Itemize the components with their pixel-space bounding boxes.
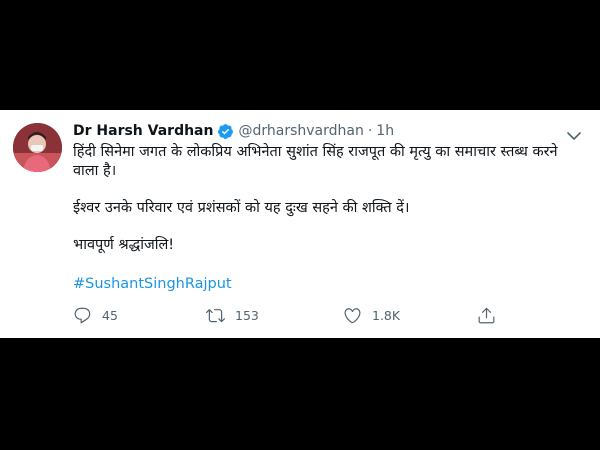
verified-badge-icon (217, 123, 234, 140)
display-name[interactable]: Dr Harsh Vardhan (73, 122, 213, 140)
retweet-button[interactable]: 153 (206, 306, 259, 325)
like-button[interactable]: 1.8K (343, 306, 400, 325)
reply-count: 45 (102, 308, 118, 323)
share-button[interactable] (477, 306, 506, 325)
tweet-card[interactable]: Dr Harsh Vardhan @drharshvardhan · 1h हि… (0, 110, 600, 338)
tweet-paragraph: भावपूर्ण श्रद्धांजलि! (73, 237, 175, 253)
tweet-paragraph: हिंदी सिनेमा जगत के लोकप्रिय अभिनेता सुश… (73, 144, 558, 179)
share-icon (478, 307, 495, 324)
tweet-actions: 45 153 1.8K (73, 306, 513, 330)
heart-icon (344, 308, 361, 324)
chevron-down-icon[interactable] (567, 126, 581, 140)
retweet-icon (206, 309, 225, 323)
tweet-header: Dr Harsh Vardhan @drharshvardhan · 1h (73, 122, 394, 140)
separator-dot: · (367, 123, 373, 139)
tweet-text: हिंदी सिनेमा जगत के लोकप्रिय अभिनेता सुश… (73, 143, 578, 255)
like-count: 1.8K (372, 308, 401, 323)
retweet-count: 153 (235, 308, 259, 323)
user-handle[interactable]: @drharshvardhan (238, 122, 363, 140)
hashtag-link[interactable]: #SushantSinghRajput (73, 276, 232, 292)
reply-icon (74, 307, 91, 324)
tweet-paragraph: ईश्वर उनके परिवार एवं प्रशंसकों को यह दु… (73, 200, 410, 216)
reply-button[interactable]: 45 (73, 306, 118, 325)
avatar[interactable] (13, 123, 62, 172)
timestamp[interactable]: 1h (376, 122, 394, 140)
